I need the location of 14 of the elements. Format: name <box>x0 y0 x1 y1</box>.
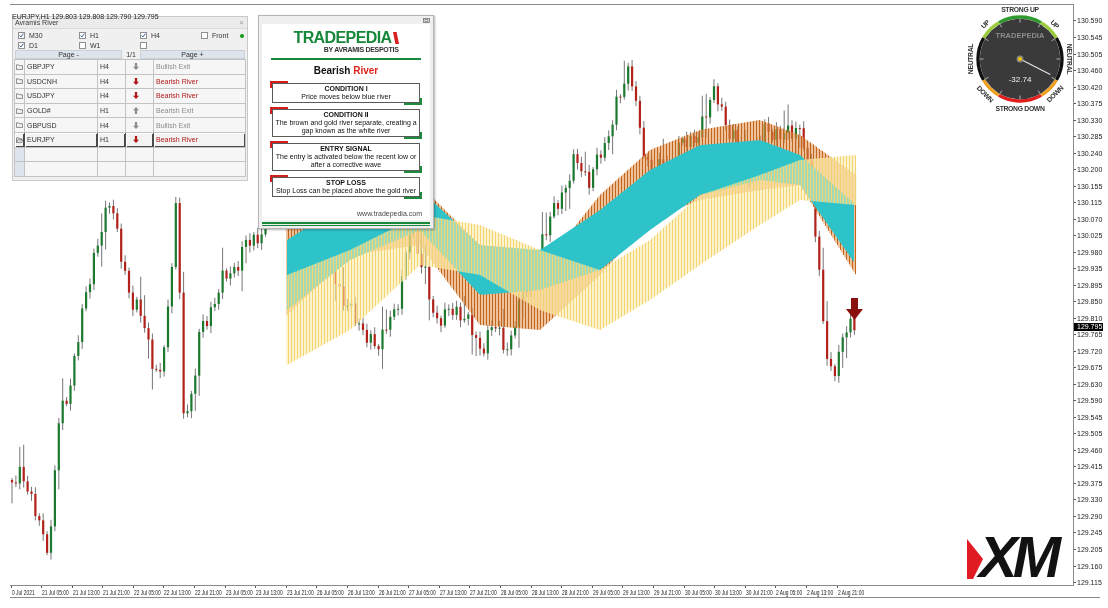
checkbox[interactable] <box>140 42 147 49</box>
checkbox[interactable] <box>79 32 86 39</box>
checkmark-icon <box>141 33 146 38</box>
window-icon[interactable] <box>423 17 430 23</box>
brand-logo: TRADEPEDIA <box>293 31 392 45</box>
checkbox[interactable] <box>18 42 25 49</box>
checkbox[interactable] <box>79 42 86 49</box>
gauge-value: -32.74 <box>1008 75 1032 84</box>
logo-mark-icon <box>392 32 399 44</box>
checkbox[interactable] <box>18 32 25 39</box>
checkbox[interactable] <box>140 32 147 39</box>
needle-hub-icon <box>1016 55 1024 63</box>
checkbox[interactable] <box>201 32 208 39</box>
checkmark-icon <box>80 33 85 38</box>
